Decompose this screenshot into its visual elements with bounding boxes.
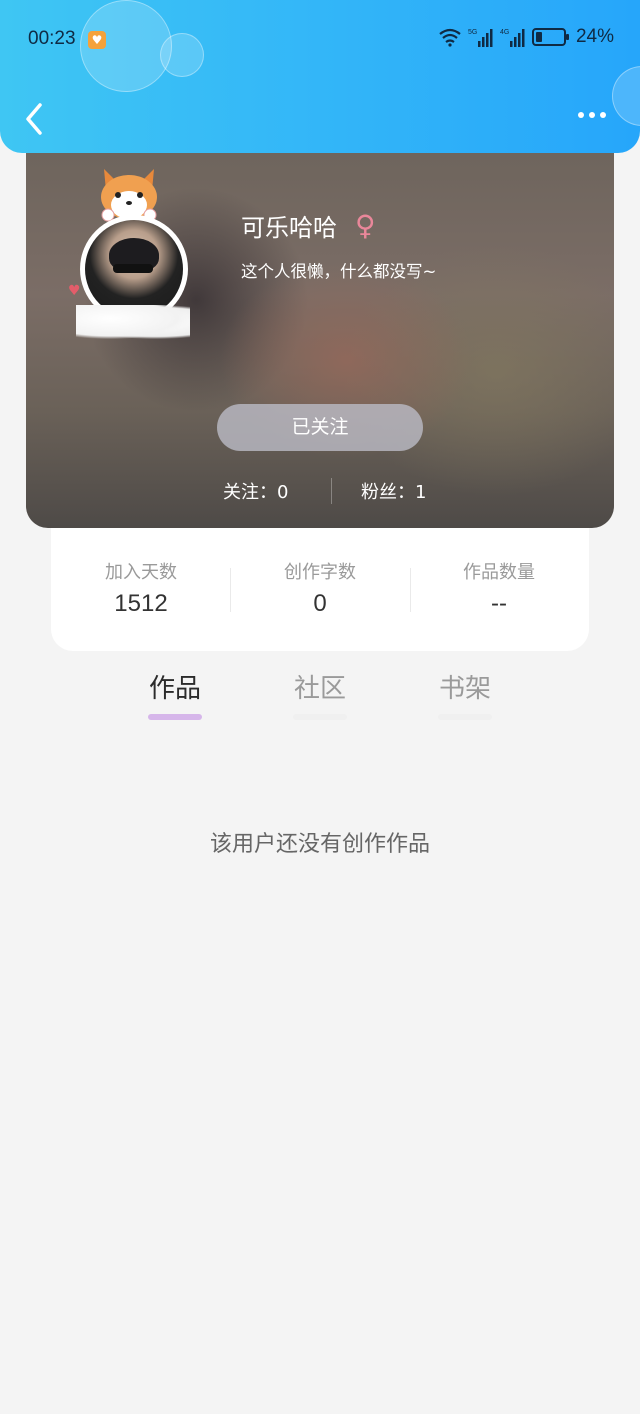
tab-works[interactable]: 作品	[125, 668, 225, 720]
more-options-icon[interactable]	[578, 112, 612, 126]
tab-indicator	[148, 714, 202, 720]
cloud-decoration	[76, 305, 190, 339]
tab-indicator	[293, 714, 347, 720]
stat-value: 1512	[114, 590, 168, 617]
status-time: 00:23	[28, 28, 76, 49]
heart-icon: ♥	[68, 283, 81, 299]
stat-label: 创作字数	[284, 562, 356, 583]
signal-5g-label: 5G	[468, 29, 477, 36]
signal-4g-label: 4G	[500, 29, 509, 36]
stats-card: 加入天数 1512 创作字数 0 作品数量 --	[51, 528, 589, 651]
signal-5g-icon: 5G	[468, 29, 493, 47]
battery-text: 24%	[575, 26, 614, 47]
status-bar: 00:23 ♥ 5G 4G 24%	[0, 22, 640, 58]
profile-tabs: 作品 社区 书架	[0, 668, 640, 728]
bio: 这个人很懒，什么都没写~	[241, 262, 437, 281]
following-count[interactable]: 关注：0	[223, 478, 288, 504]
wifi-icon	[439, 28, 461, 47]
stat-value: 0	[313, 590, 327, 617]
stat-word-count: 创作字数 0	[230, 558, 410, 618]
tab-community[interactable]: 社区	[270, 668, 370, 720]
back-arrow-icon[interactable]	[20, 100, 50, 138]
stat-value: --	[491, 590, 507, 617]
followed-button[interactable]: 已关注	[217, 404, 423, 451]
signal-4g-icon: 4G	[500, 29, 525, 47]
battery-icon	[531, 28, 569, 46]
decor-bubble	[612, 66, 640, 126]
tab-bookshelf[interactable]: 书架	[415, 668, 515, 720]
tab-label: 社区	[293, 674, 346, 704]
tab-label: 作品	[148, 674, 201, 704]
nickname: 可乐哈哈	[241, 214, 337, 242]
empty-state-message: 该用户还没有创作作品	[209, 832, 430, 857]
avatar	[85, 220, 183, 318]
stat-label: 加入天数	[105, 562, 177, 583]
tab-indicator	[438, 714, 492, 720]
stat-label: 作品数量	[463, 562, 535, 583]
top-header: 00:23 ♥ 5G 4G 24%	[0, 0, 640, 153]
follow-counts: 关注：0 粉丝：1	[26, 478, 614, 508]
divider	[331, 478, 332, 504]
tab-label: 书架	[438, 674, 491, 704]
fans-count[interactable]: 粉丝：1	[361, 478, 426, 504]
avatar-frame[interactable]: ♥	[68, 165, 196, 340]
app-notification-icon: ♥	[88, 31, 106, 49]
nickname-row: 可乐哈哈 ♀	[241, 208, 376, 243]
battery-level	[535, 32, 542, 42]
stat-works-count: 作品数量 --	[409, 558, 589, 618]
profile-card: ♥ 可乐哈哈 ♀ 这个人很懒，什么都没写~ 已关注 关注：0 粉丝：1	[26, 140, 614, 528]
stat-join-days: 加入天数 1512	[51, 558, 231, 618]
female-gender-icon: ♀	[355, 209, 376, 242]
